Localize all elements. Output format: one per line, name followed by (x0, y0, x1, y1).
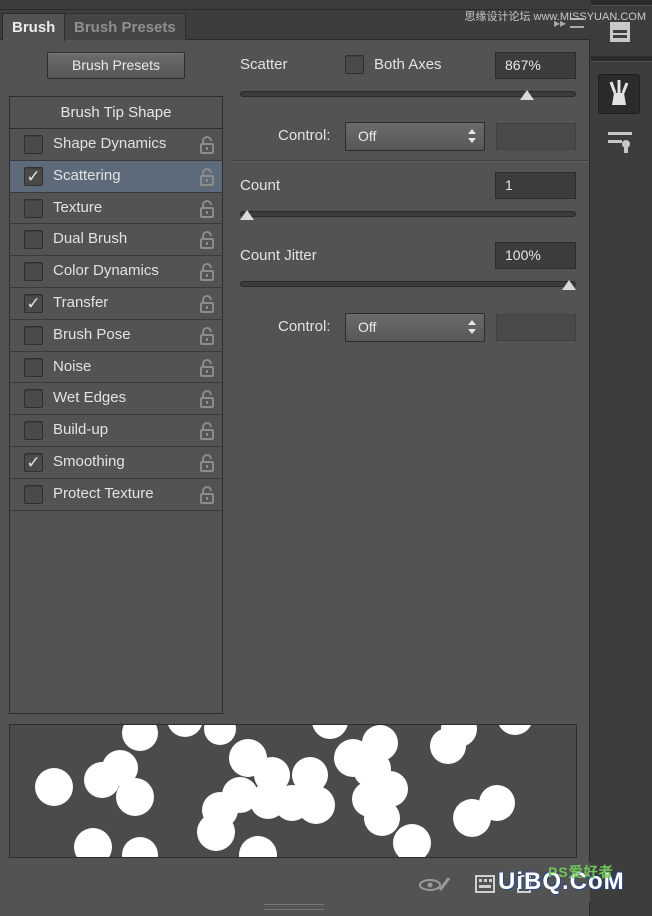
count-slider-thumb[interactable] (240, 210, 254, 220)
dropdown-arrows-icon (468, 129, 476, 143)
lock-icon[interactable] (199, 358, 215, 377)
option-checkbox[interactable] (24, 325, 43, 345)
watermark-top-text: 思缘设计论坛 www.MISSYUAN.COM (464, 11, 646, 23)
option-label: Scattering (53, 166, 121, 184)
option-checkbox[interactable]: ✓ (24, 452, 43, 472)
jitter-control-label: Control: (278, 318, 331, 335)
brush-tip-shape-item[interactable]: Brush Tip Shape (10, 97, 222, 129)
brush-option-texture[interactable]: Texture (10, 193, 222, 225)
sliders-stamp-icon (608, 132, 632, 153)
scatter-label: Scatter (240, 56, 288, 73)
brush-option-brush-pose[interactable]: Brush Pose (10, 320, 222, 352)
brush-option-protect-texture[interactable]: Protect Texture (10, 479, 222, 511)
option-label: Noise (53, 357, 92, 375)
section-divider (230, 160, 588, 162)
option-label: Smoothing (53, 452, 125, 470)
lock-icon[interactable] (199, 453, 215, 472)
brush-options-list: Brush Tip Shape Shape Dynamics ✓ Scatterin… (9, 96, 223, 714)
count-jitter-label: Count Jitter (240, 247, 317, 264)
option-label: Wet Edges (53, 389, 127, 407)
resize-grip[interactable] (264, 904, 324, 910)
scatter-control-extra-field (496, 123, 576, 150)
scatter-control-dropdown[interactable]: Off (345, 122, 485, 151)
lock-icon[interactable] (199, 199, 215, 218)
dock-clone-source-button[interactable] (598, 122, 640, 162)
both-axes-label: Both Axes (374, 56, 442, 73)
scatter-value-field[interactable]: 867% (495, 52, 576, 79)
scattered-dots-preview (35, 725, 532, 857)
count-label: Count (240, 177, 281, 194)
option-checkbox[interactable] (24, 389, 43, 409)
brush-option-scattering[interactable]: ✓ Scattering (10, 160, 222, 193)
option-label: Color Dynamics (53, 262, 159, 280)
count-value-field[interactable]: 1 (495, 172, 576, 199)
option-checkbox[interactable] (24, 198, 43, 218)
brush-option-noise[interactable]: Noise (10, 352, 222, 384)
toggle-live-tip-preview-icon[interactable] (418, 874, 452, 894)
option-label: Texture (53, 198, 103, 216)
option-checkbox[interactable] (24, 262, 43, 282)
option-checkbox[interactable] (24, 421, 43, 441)
lock-icon[interactable] (199, 231, 215, 250)
brush-option-shape-dynamics[interactable]: Shape Dynamics (10, 129, 222, 161)
brush-option-dual-brush[interactable]: Dual Brush (10, 224, 222, 257)
lock-icon[interactable] (199, 136, 215, 154)
brush-stroke-preview (9, 724, 577, 858)
option-label: Transfer (53, 293, 109, 311)
scatter-slider-thumb[interactable] (520, 90, 535, 100)
dock-brush-panel-button[interactable] (598, 74, 640, 114)
lock-icon[interactable] (199, 263, 215, 282)
count-jitter-slider-thumb[interactable] (562, 280, 576, 290)
lock-icon[interactable] (199, 295, 215, 313)
scatter-control-value: Off (358, 128, 377, 144)
option-label: Shape Dynamics (53, 135, 167, 152)
option-checkbox[interactable] (24, 357, 43, 377)
brush-panel: Brush Brush Presets ▸▸ Brush Presets Bru… (0, 0, 590, 916)
jitter-control-value: Off (358, 319, 377, 335)
scatter-slider[interactable] (240, 90, 576, 100)
brush-option-build-up[interactable]: Build-up (10, 415, 222, 447)
option-checkbox[interactable]: ✓ (24, 166, 43, 186)
count-jitter-value-field[interactable]: 100% (495, 242, 576, 269)
option-label: Build-up (53, 421, 109, 439)
both-axes-checkbox[interactable] (345, 55, 364, 74)
dock-top-strip (591, 0, 652, 6)
option-label: Protect Texture (53, 484, 154, 502)
lock-icon[interactable] (199, 485, 215, 504)
right-dock (591, 0, 652, 916)
lock-icon[interactable] (199, 390, 215, 409)
count-jitter-slider[interactable] (240, 280, 576, 290)
dropdown-arrows-icon (468, 320, 476, 334)
watermark-bottom: PS爱好者 UiBQ.CoM (498, 864, 625, 896)
tab-brush-presets[interactable]: Brush Presets (64, 13, 186, 40)
brush-option-wet-edges[interactable]: Wet Edges (10, 383, 222, 416)
open-preset-manager-icon[interactable] (474, 874, 496, 894)
jitter-control-dropdown[interactable]: Off (345, 313, 485, 342)
option-checkbox[interactable]: ✓ (24, 293, 43, 313)
brushes-icon (609, 80, 629, 105)
brush-option-transfer[interactable]: ✓ Transfer (10, 288, 222, 320)
option-checkbox[interactable] (24, 484, 43, 504)
option-label: Dual Brush (53, 230, 128, 248)
count-slider[interactable] (240, 210, 576, 220)
lock-icon[interactable] (199, 422, 215, 441)
dock-separator (591, 56, 652, 62)
jitter-control-extra-field (496, 314, 576, 341)
brush-option-color-dynamics[interactable]: Color Dynamics (10, 256, 222, 288)
option-label: Brush Pose (53, 325, 131, 343)
brush-presets-button[interactable]: Brush Presets (47, 52, 185, 79)
tab-brush[interactable]: Brush (2, 13, 66, 41)
lock-icon[interactable] (199, 326, 215, 345)
scatter-control-label: Control: (278, 127, 331, 144)
watermark-small-text: PS爱好者 (548, 864, 614, 880)
option-checkbox[interactable] (24, 135, 43, 154)
lock-icon[interactable] (199, 167, 215, 186)
brush-option-smoothing[interactable]: ✓ Smoothing (10, 447, 222, 479)
option-checkbox[interactable] (24, 230, 43, 250)
